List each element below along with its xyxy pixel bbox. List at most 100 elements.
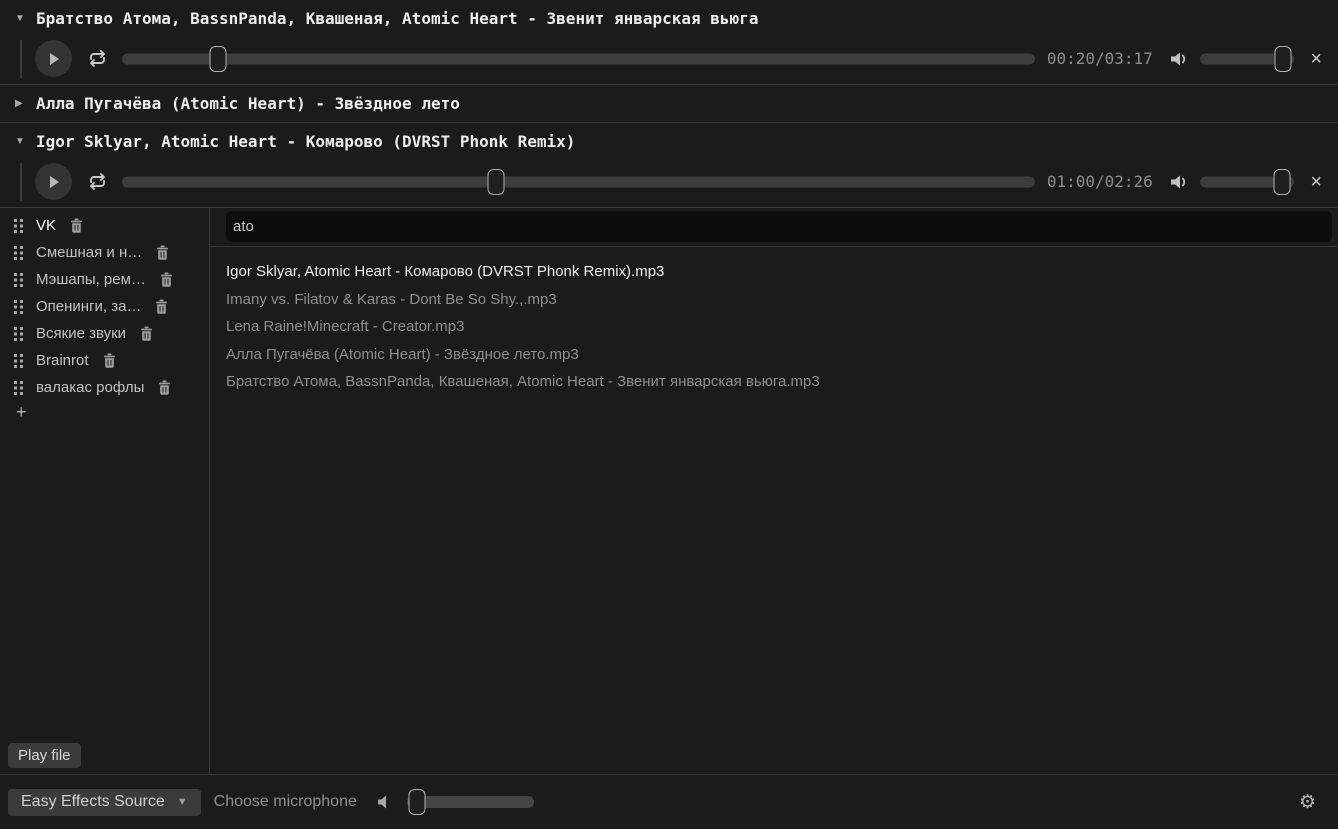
sidebar-item-vk[interactable]: VK bbox=[0, 212, 209, 239]
bottom-bar: Easy Effects Source ▼ Choose microphone … bbox=[0, 774, 1338, 829]
file-item[interactable]: Братство Атома, BassnPanda, Квашеная, At… bbox=[226, 368, 1338, 396]
drag-handle-icon[interactable] bbox=[14, 299, 24, 315]
player-3-controls: 01:00/02:26 × bbox=[0, 160, 1338, 207]
delete-category-button[interactable] bbox=[155, 299, 168, 314]
delete-category-button[interactable] bbox=[158, 380, 171, 395]
delete-category-button[interactable] bbox=[103, 353, 116, 368]
settings-button[interactable]: ⚙ bbox=[1299, 793, 1316, 812]
player-row-1: ▼ Братство Атома, BassnPanda, Квашеная, … bbox=[0, 0, 1338, 85]
player-2-title: Алла Пугачёва (Atomic Heart) - Звёздное … bbox=[36, 94, 460, 113]
seek-slider[interactable] bbox=[122, 46, 1035, 72]
expander-guide-line bbox=[20, 163, 22, 201]
volume-button[interactable] bbox=[1168, 173, 1190, 191]
file-item[interactable]: Алла Пугачёва (Atomic Heart) - Звёздное … bbox=[226, 341, 1338, 369]
repeat-icon bbox=[87, 49, 108, 68]
repeat-button[interactable] bbox=[87, 49, 108, 68]
player-3-title: Igor Sklyar, Atomic Heart - Комарово (DV… bbox=[36, 132, 575, 151]
source-selector-label: Easy Effects Source bbox=[21, 793, 165, 811]
delete-category-button[interactable] bbox=[156, 245, 169, 260]
volume-thumb[interactable] bbox=[1275, 46, 1292, 72]
trash-icon bbox=[160, 272, 173, 287]
speaker-muted-icon bbox=[376, 794, 392, 810]
category-label: Всякие звуки bbox=[36, 325, 126, 342]
volume-slider[interactable] bbox=[1200, 46, 1294, 72]
category-label: Опенинги, за… bbox=[36, 298, 141, 315]
seek-thumb[interactable] bbox=[488, 169, 505, 195]
play-icon bbox=[48, 52, 60, 66]
category-sidebar: VK Смешная и н… Мэшапы, рем… bbox=[0, 208, 210, 774]
repeat-icon bbox=[87, 172, 108, 191]
time-display: 01:00/02:26 bbox=[1043, 172, 1156, 191]
delete-category-button[interactable] bbox=[70, 218, 83, 233]
caret-down-icon: ▼ bbox=[15, 13, 25, 24]
microphone-mute-button[interactable] bbox=[376, 794, 392, 810]
microphone-volume-track bbox=[407, 796, 534, 808]
category-label: VK bbox=[36, 217, 56, 234]
seek-thumb[interactable] bbox=[209, 46, 226, 72]
microphone-volume-thumb[interactable] bbox=[409, 789, 426, 815]
sidebar-item-vsyakie-zvuki[interactable]: Всякие звуки bbox=[0, 320, 209, 347]
time-display: 00:20/03:17 bbox=[1043, 49, 1156, 68]
category-label: Смешная и н… bbox=[36, 244, 142, 261]
search-input[interactable] bbox=[226, 211, 1332, 242]
play-file-button[interactable]: Play file bbox=[8, 743, 81, 768]
volume-slider[interactable] bbox=[1200, 169, 1294, 195]
choose-microphone-label: Choose microphone bbox=[214, 793, 357, 811]
close-player-button[interactable]: × bbox=[1306, 172, 1326, 192]
expander-guide-line bbox=[20, 40, 22, 78]
player-1-title: Братство Атома, BassnPanda, Квашеная, At… bbox=[36, 9, 758, 28]
sidebar-item-openingi[interactable]: Опенинги, за… bbox=[0, 293, 209, 320]
trash-icon bbox=[140, 326, 153, 341]
drag-handle-icon[interactable] bbox=[14, 353, 24, 369]
trash-icon bbox=[70, 218, 83, 233]
chevron-down-icon: ▼ bbox=[177, 796, 188, 808]
file-item[interactable]: Imany vs. Filatov & Karas - Dont Be So S… bbox=[226, 286, 1338, 314]
player-row-2: ▶ Алла Пугачёва (Atomic Heart) - Звёздно… bbox=[0, 85, 1338, 123]
category-label: Brainrot bbox=[36, 352, 89, 369]
trash-icon bbox=[103, 353, 116, 368]
player-2-header[interactable]: ▶ Алла Пугачёва (Atomic Heart) - Звёздно… bbox=[0, 85, 1338, 122]
file-item[interactable]: Lena Raine!Minecraft - Creator.mp3 bbox=[226, 313, 1338, 341]
trash-icon bbox=[156, 245, 169, 260]
repeat-button[interactable] bbox=[87, 172, 108, 191]
player-1-header[interactable]: ▼ Братство Атома, BassnPanda, Квашеная, … bbox=[0, 0, 1338, 37]
sidebar-item-valakas[interactable]: валакас рофлы bbox=[0, 374, 209, 401]
speaker-icon bbox=[1168, 173, 1190, 191]
player-1-controls: 00:20/03:17 × bbox=[0, 37, 1338, 84]
drag-handle-icon[interactable] bbox=[14, 326, 24, 342]
source-selector-dropdown[interactable]: Easy Effects Source ▼ bbox=[8, 789, 201, 816]
file-item[interactable]: Igor Sklyar, Atomic Heart - Комарово (DV… bbox=[226, 258, 1338, 286]
trash-icon bbox=[158, 380, 171, 395]
main-panel: Igor Sklyar, Atomic Heart - Комарово (DV… bbox=[210, 208, 1338, 774]
file-list: Igor Sklyar, Atomic Heart - Комарово (DV… bbox=[210, 247, 1338, 396]
play-button[interactable] bbox=[35, 163, 72, 200]
play-button[interactable] bbox=[35, 40, 72, 77]
microphone-volume-slider[interactable] bbox=[407, 789, 534, 815]
trash-icon bbox=[155, 299, 168, 314]
drag-handle-icon[interactable] bbox=[14, 380, 24, 396]
caret-right-icon: ▶ bbox=[15, 98, 25, 109]
delete-category-button[interactable] bbox=[160, 272, 173, 287]
seek-slider[interactable] bbox=[122, 169, 1035, 195]
volume-button[interactable] bbox=[1168, 50, 1190, 68]
sidebar-item-brainrot[interactable]: Brainrot bbox=[0, 347, 209, 374]
caret-down-icon: ▼ bbox=[15, 136, 25, 147]
delete-category-button[interactable] bbox=[140, 326, 153, 341]
volume-thumb[interactable] bbox=[1274, 169, 1291, 195]
speaker-icon bbox=[1168, 50, 1190, 68]
add-category-button[interactable]: + bbox=[16, 403, 27, 421]
seek-track bbox=[122, 53, 1035, 64]
player-row-3: ▼ Igor Sklyar, Atomic Heart - Комарово (… bbox=[0, 123, 1338, 208]
drag-handle-icon[interactable] bbox=[14, 218, 24, 234]
gear-icon: ⚙ bbox=[1299, 793, 1316, 812]
content-area: VK Смешная и н… Мэшапы, рем… bbox=[0, 208, 1338, 774]
drag-handle-icon[interactable] bbox=[14, 245, 24, 261]
close-player-button[interactable]: × bbox=[1306, 49, 1326, 69]
category-label: Мэшапы, рем… bbox=[36, 271, 146, 288]
drag-handle-icon[interactable] bbox=[14, 272, 24, 288]
sidebar-item-meshapy[interactable]: Мэшапы, рем… bbox=[0, 266, 209, 293]
play-icon bbox=[48, 175, 60, 189]
sidebar-item-smeshnaya[interactable]: Смешная и н… bbox=[0, 239, 209, 266]
seek-track bbox=[122, 176, 1035, 187]
player-3-header[interactable]: ▼ Igor Sklyar, Atomic Heart - Комарово (… bbox=[0, 123, 1338, 160]
